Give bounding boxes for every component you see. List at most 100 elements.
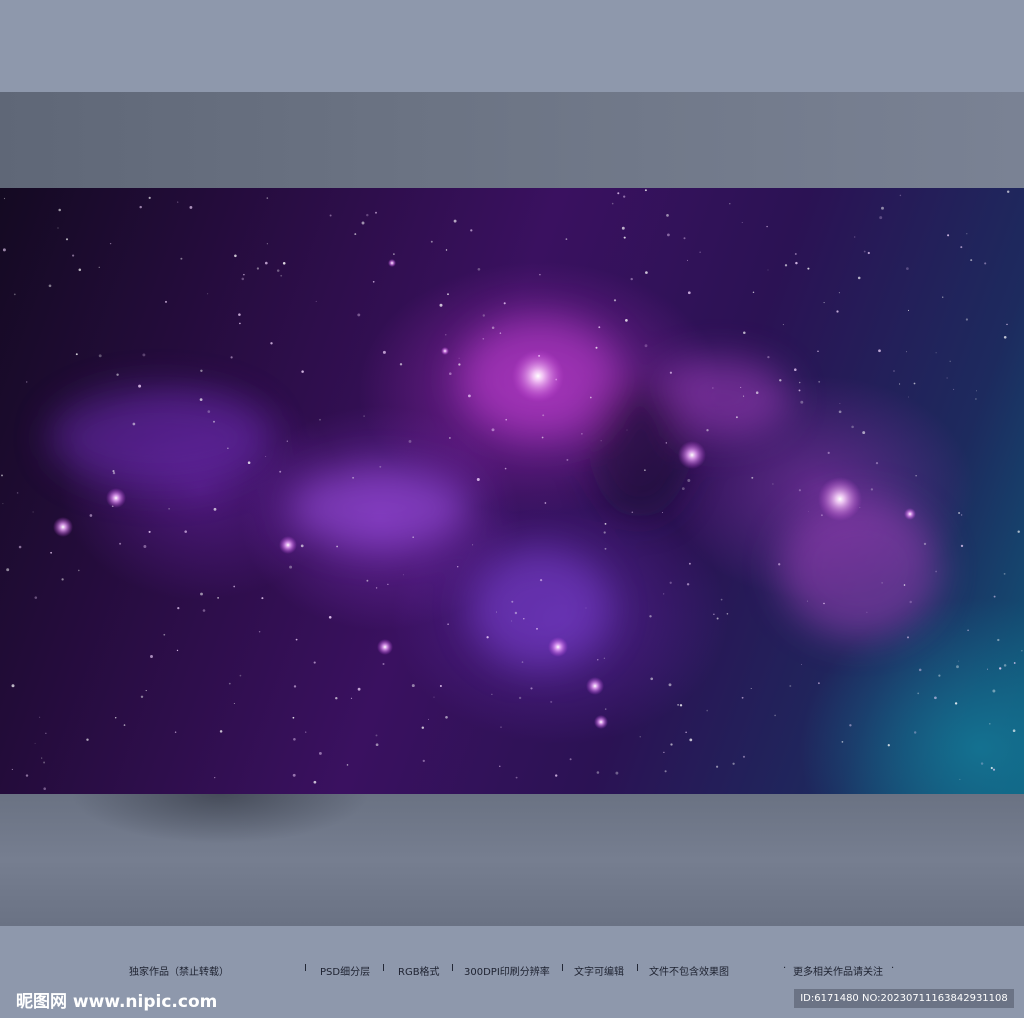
- dust-star: [778, 563, 781, 566]
- footer-item-no-mockup: 文件不包含效果图: [649, 967, 729, 978]
- dust-star: [960, 514, 963, 516]
- dust-star: [514, 611, 518, 615]
- dust-star: [779, 379, 782, 382]
- dust-star: [688, 562, 691, 565]
- dust-star: [942, 296, 944, 298]
- dust-star: [906, 351, 908, 353]
- footer-separator: I: [636, 963, 639, 974]
- dust-star: [48, 284, 52, 288]
- dust-star: [319, 418, 321, 421]
- dust-star: [603, 657, 606, 659]
- dust-star: [207, 410, 211, 413]
- dust-star: [43, 761, 46, 764]
- dust-star: [841, 741, 844, 743]
- dust-star: [491, 428, 495, 432]
- dust-star: [903, 584, 906, 586]
- dust-star: [239, 674, 242, 677]
- dust-star: [295, 638, 298, 641]
- dust-star: [976, 390, 977, 392]
- dust-star: [613, 299, 617, 302]
- dust-star: [11, 684, 15, 688]
- dust-star: [917, 692, 920, 695]
- dust-star: [644, 469, 646, 471]
- dust-star: [604, 708, 607, 710]
- dust-star: [938, 674, 941, 677]
- dust-star: [445, 334, 447, 336]
- dust-star: [685, 731, 687, 733]
- dust-star: [798, 381, 801, 384]
- dust-star: [907, 636, 909, 639]
- dust-star: [794, 368, 797, 371]
- dust-star: [849, 724, 852, 727]
- dust-star: [523, 618, 525, 620]
- dust-star: [984, 262, 987, 265]
- dust-star: [820, 514, 823, 517]
- dust-star: [867, 251, 870, 255]
- dust-star: [428, 718, 429, 720]
- dust-star: [958, 511, 961, 515]
- dust-star: [518, 696, 522, 700]
- dust-star: [644, 344, 648, 348]
- dust-star: [499, 765, 501, 767]
- dust-star: [238, 313, 241, 316]
- dust-star: [366, 579, 369, 582]
- dust-star: [918, 668, 922, 672]
- dust-star: [270, 342, 273, 345]
- dust-star: [988, 722, 991, 725]
- dust-star: [740, 386, 742, 388]
- dust-star: [449, 372, 452, 375]
- dust-star: [818, 682, 820, 685]
- dust-star: [98, 354, 102, 358]
- dust-star: [807, 267, 810, 270]
- dust-star: [851, 425, 854, 429]
- dust-star: [539, 273, 541, 276]
- dust-star: [163, 633, 166, 636]
- dust-star: [32, 511, 34, 513]
- dust-star: [293, 738, 296, 741]
- dust-star: [412, 536, 415, 539]
- dust-star: [228, 682, 231, 685]
- dust-star: [857, 276, 861, 280]
- dust-star: [521, 661, 524, 663]
- dust-star: [878, 349, 881, 353]
- dust-star: [881, 582, 883, 584]
- dust-star: [681, 487, 685, 490]
- dust-star: [669, 371, 673, 374]
- dust-star: [280, 274, 283, 277]
- nipic-logo: 昵图网 www.nipic.com: [16, 992, 218, 1012]
- dust-star: [1, 474, 3, 477]
- dust-star: [408, 439, 412, 443]
- dust-star: [686, 259, 689, 261]
- dust-star: [569, 758, 572, 761]
- dust-star: [621, 226, 625, 230]
- dust-star: [683, 237, 686, 240]
- dust-star: [354, 233, 357, 236]
- dust-star: [679, 704, 683, 707]
- dust-star: [1003, 664, 1007, 667]
- dust-star: [958, 660, 960, 662]
- dust-star: [603, 531, 606, 534]
- top-shadow-band: [0, 92, 1024, 188]
- dust-star: [687, 291, 691, 295]
- dust-star: [256, 267, 260, 270]
- dust-star: [639, 736, 641, 738]
- galaxy-nebula-image: [0, 188, 1024, 794]
- dust-star: [581, 433, 583, 435]
- dust-star: [132, 422, 136, 426]
- dust-star: [458, 357, 460, 359]
- dust-star: [233, 585, 236, 588]
- dust-star: [199, 398, 203, 401]
- dust-star: [604, 522, 607, 525]
- star-dust: [1, 189, 1023, 790]
- dust-star: [500, 726, 502, 728]
- dust-star: [112, 470, 115, 473]
- dust-star: [177, 201, 179, 203]
- dust-star: [366, 213, 369, 217]
- dust-star: [782, 324, 784, 326]
- dust-star: [293, 685, 297, 688]
- dust-star: [233, 703, 235, 705]
- dust-star: [286, 440, 288, 442]
- dust-star: [58, 208, 61, 212]
- dust-star: [668, 683, 672, 687]
- dust-star: [98, 266, 100, 268]
